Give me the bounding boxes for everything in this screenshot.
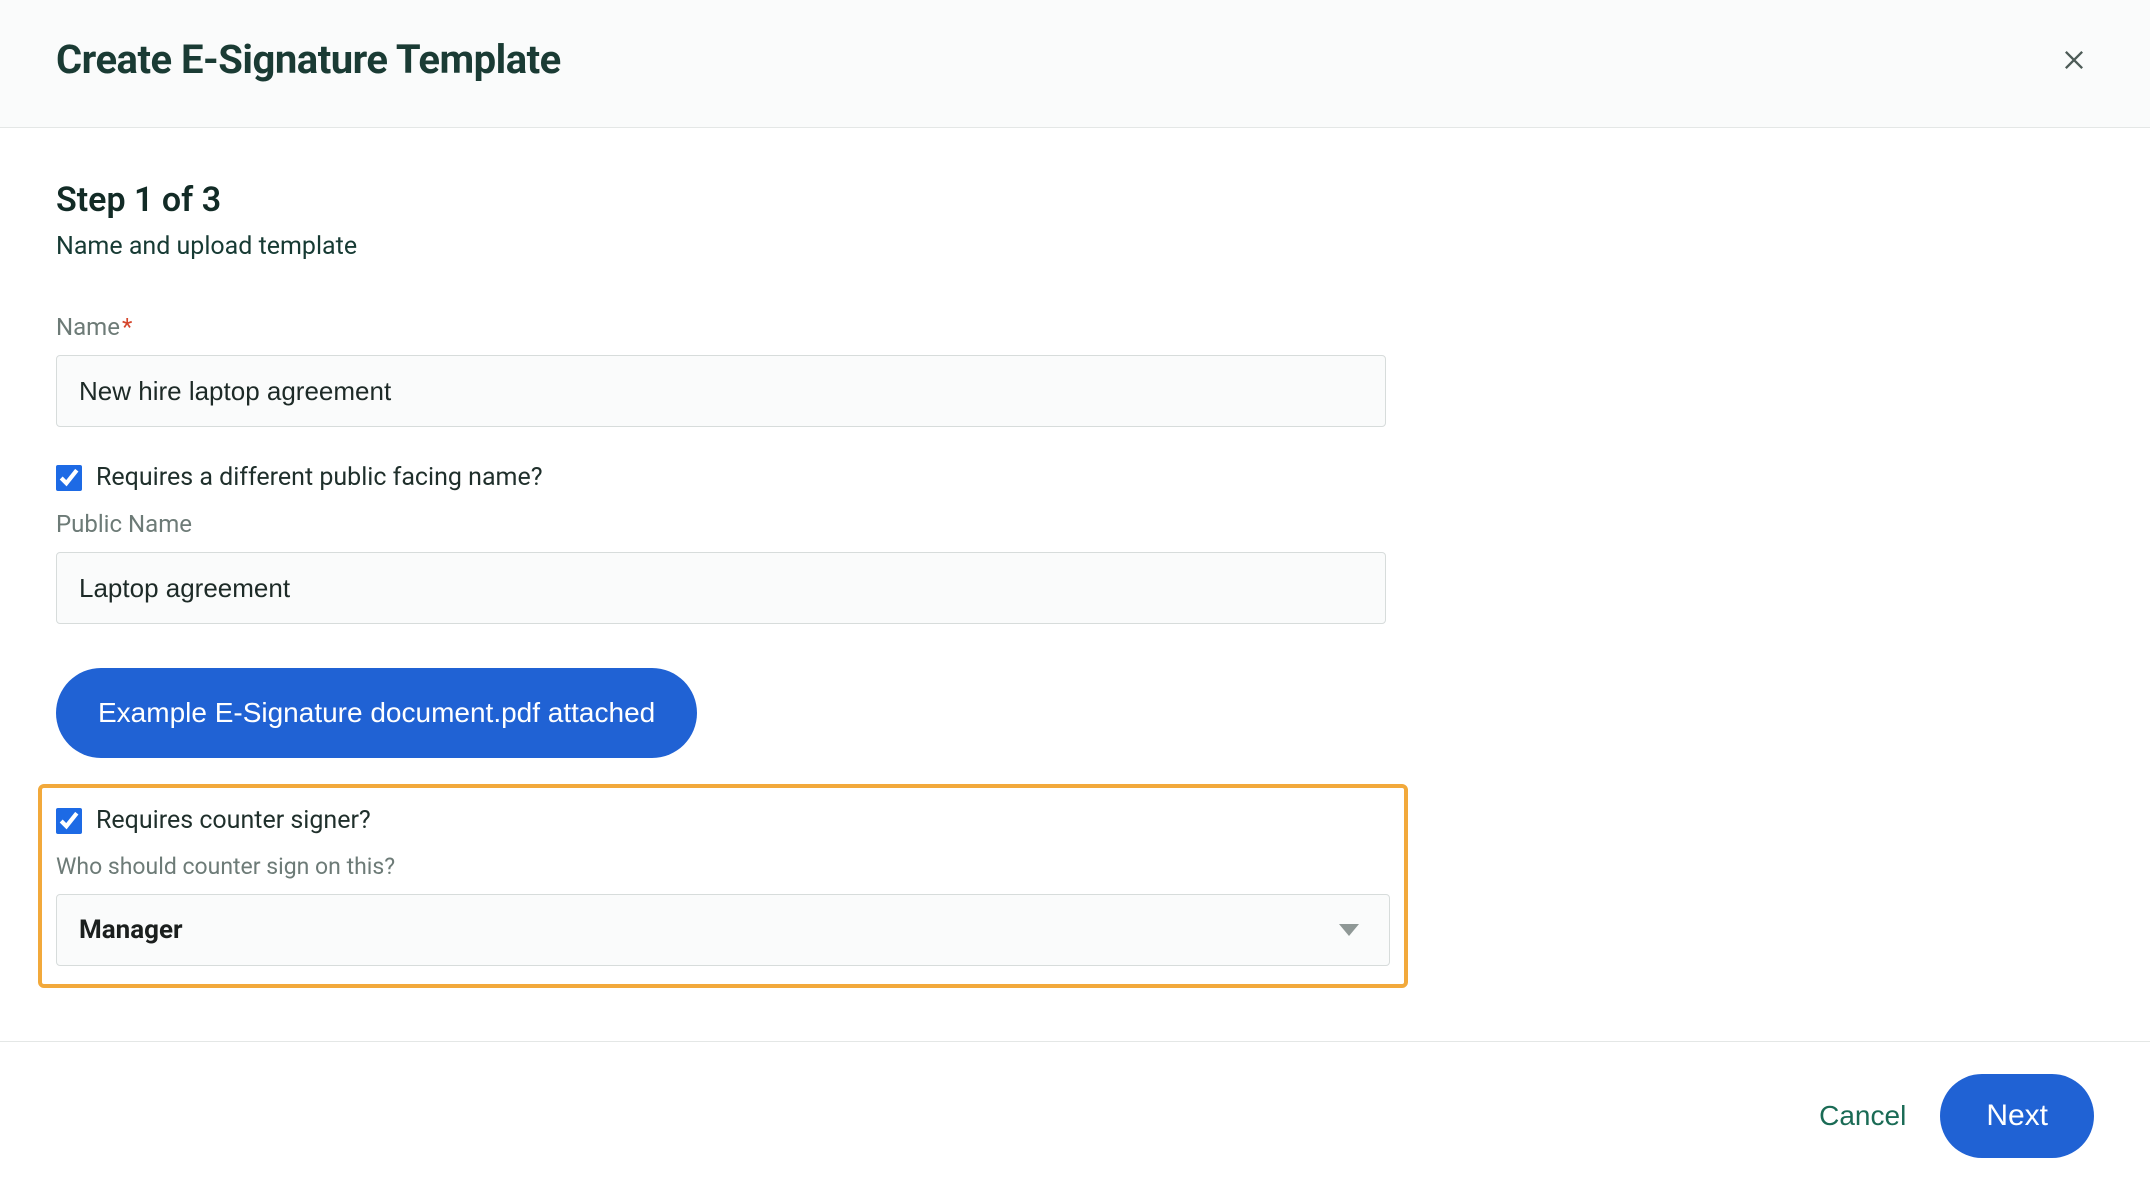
cancel-button[interactable]: Cancel (1819, 1100, 1906, 1132)
attachment-button[interactable]: Example E-Signature document.pdf attache… (56, 668, 697, 758)
public-name-label: Public Name (56, 510, 1386, 538)
counter-signer-checkbox-label: Requires counter signer? (96, 806, 371, 835)
chevron-down-icon (1339, 924, 1359, 936)
public-name-checkbox-label: Requires a different public facing name? (96, 463, 543, 492)
counter-signer-select[interactable]: Manager (56, 894, 1390, 966)
counter-signer-checkbox[interactable] (56, 808, 82, 834)
close-button[interactable] (2054, 40, 2094, 80)
counter-signer-selected-value: Manager (79, 915, 183, 945)
modal-header: Create E-Signature Template (0, 0, 2150, 128)
name-label-text: Name (56, 313, 120, 341)
public-name-checkbox[interactable] (56, 465, 82, 491)
counter-signer-highlight: Requires counter signer? Who should coun… (38, 784, 1408, 988)
public-name-check-row: Requires a different public facing name? (56, 463, 1386, 492)
counter-signer-sub-label: Who should counter sign on this? (56, 853, 1390, 880)
field-public-name-toggle: Requires a different public facing name?… (56, 463, 1386, 624)
counter-signer-select-wrap: Manager (56, 894, 1390, 966)
modal-footer: Cancel Next (0, 1041, 2150, 1190)
modal-create-template: Create E-Signature Template Step 1 of 3 … (0, 0, 2150, 1190)
form-column: Name* Requires a different public facing… (56, 313, 1386, 988)
required-asterisk: * (122, 313, 132, 341)
step-subheading: Name and upload template (56, 232, 2094, 261)
public-name-input[interactable] (56, 552, 1386, 624)
step-heading: Step 1 of 3 (56, 180, 2094, 220)
close-icon (2060, 46, 2088, 74)
modal-body: Step 1 of 3 Name and upload template Nam… (0, 128, 2150, 1041)
counter-signer-check-row: Requires counter signer? (56, 806, 1390, 835)
modal-title: Create E-Signature Template (56, 36, 561, 83)
name-label: Name* (56, 313, 1386, 341)
name-input[interactable] (56, 355, 1386, 427)
field-name: Name* (56, 313, 1386, 427)
next-button[interactable]: Next (1940, 1074, 2094, 1158)
